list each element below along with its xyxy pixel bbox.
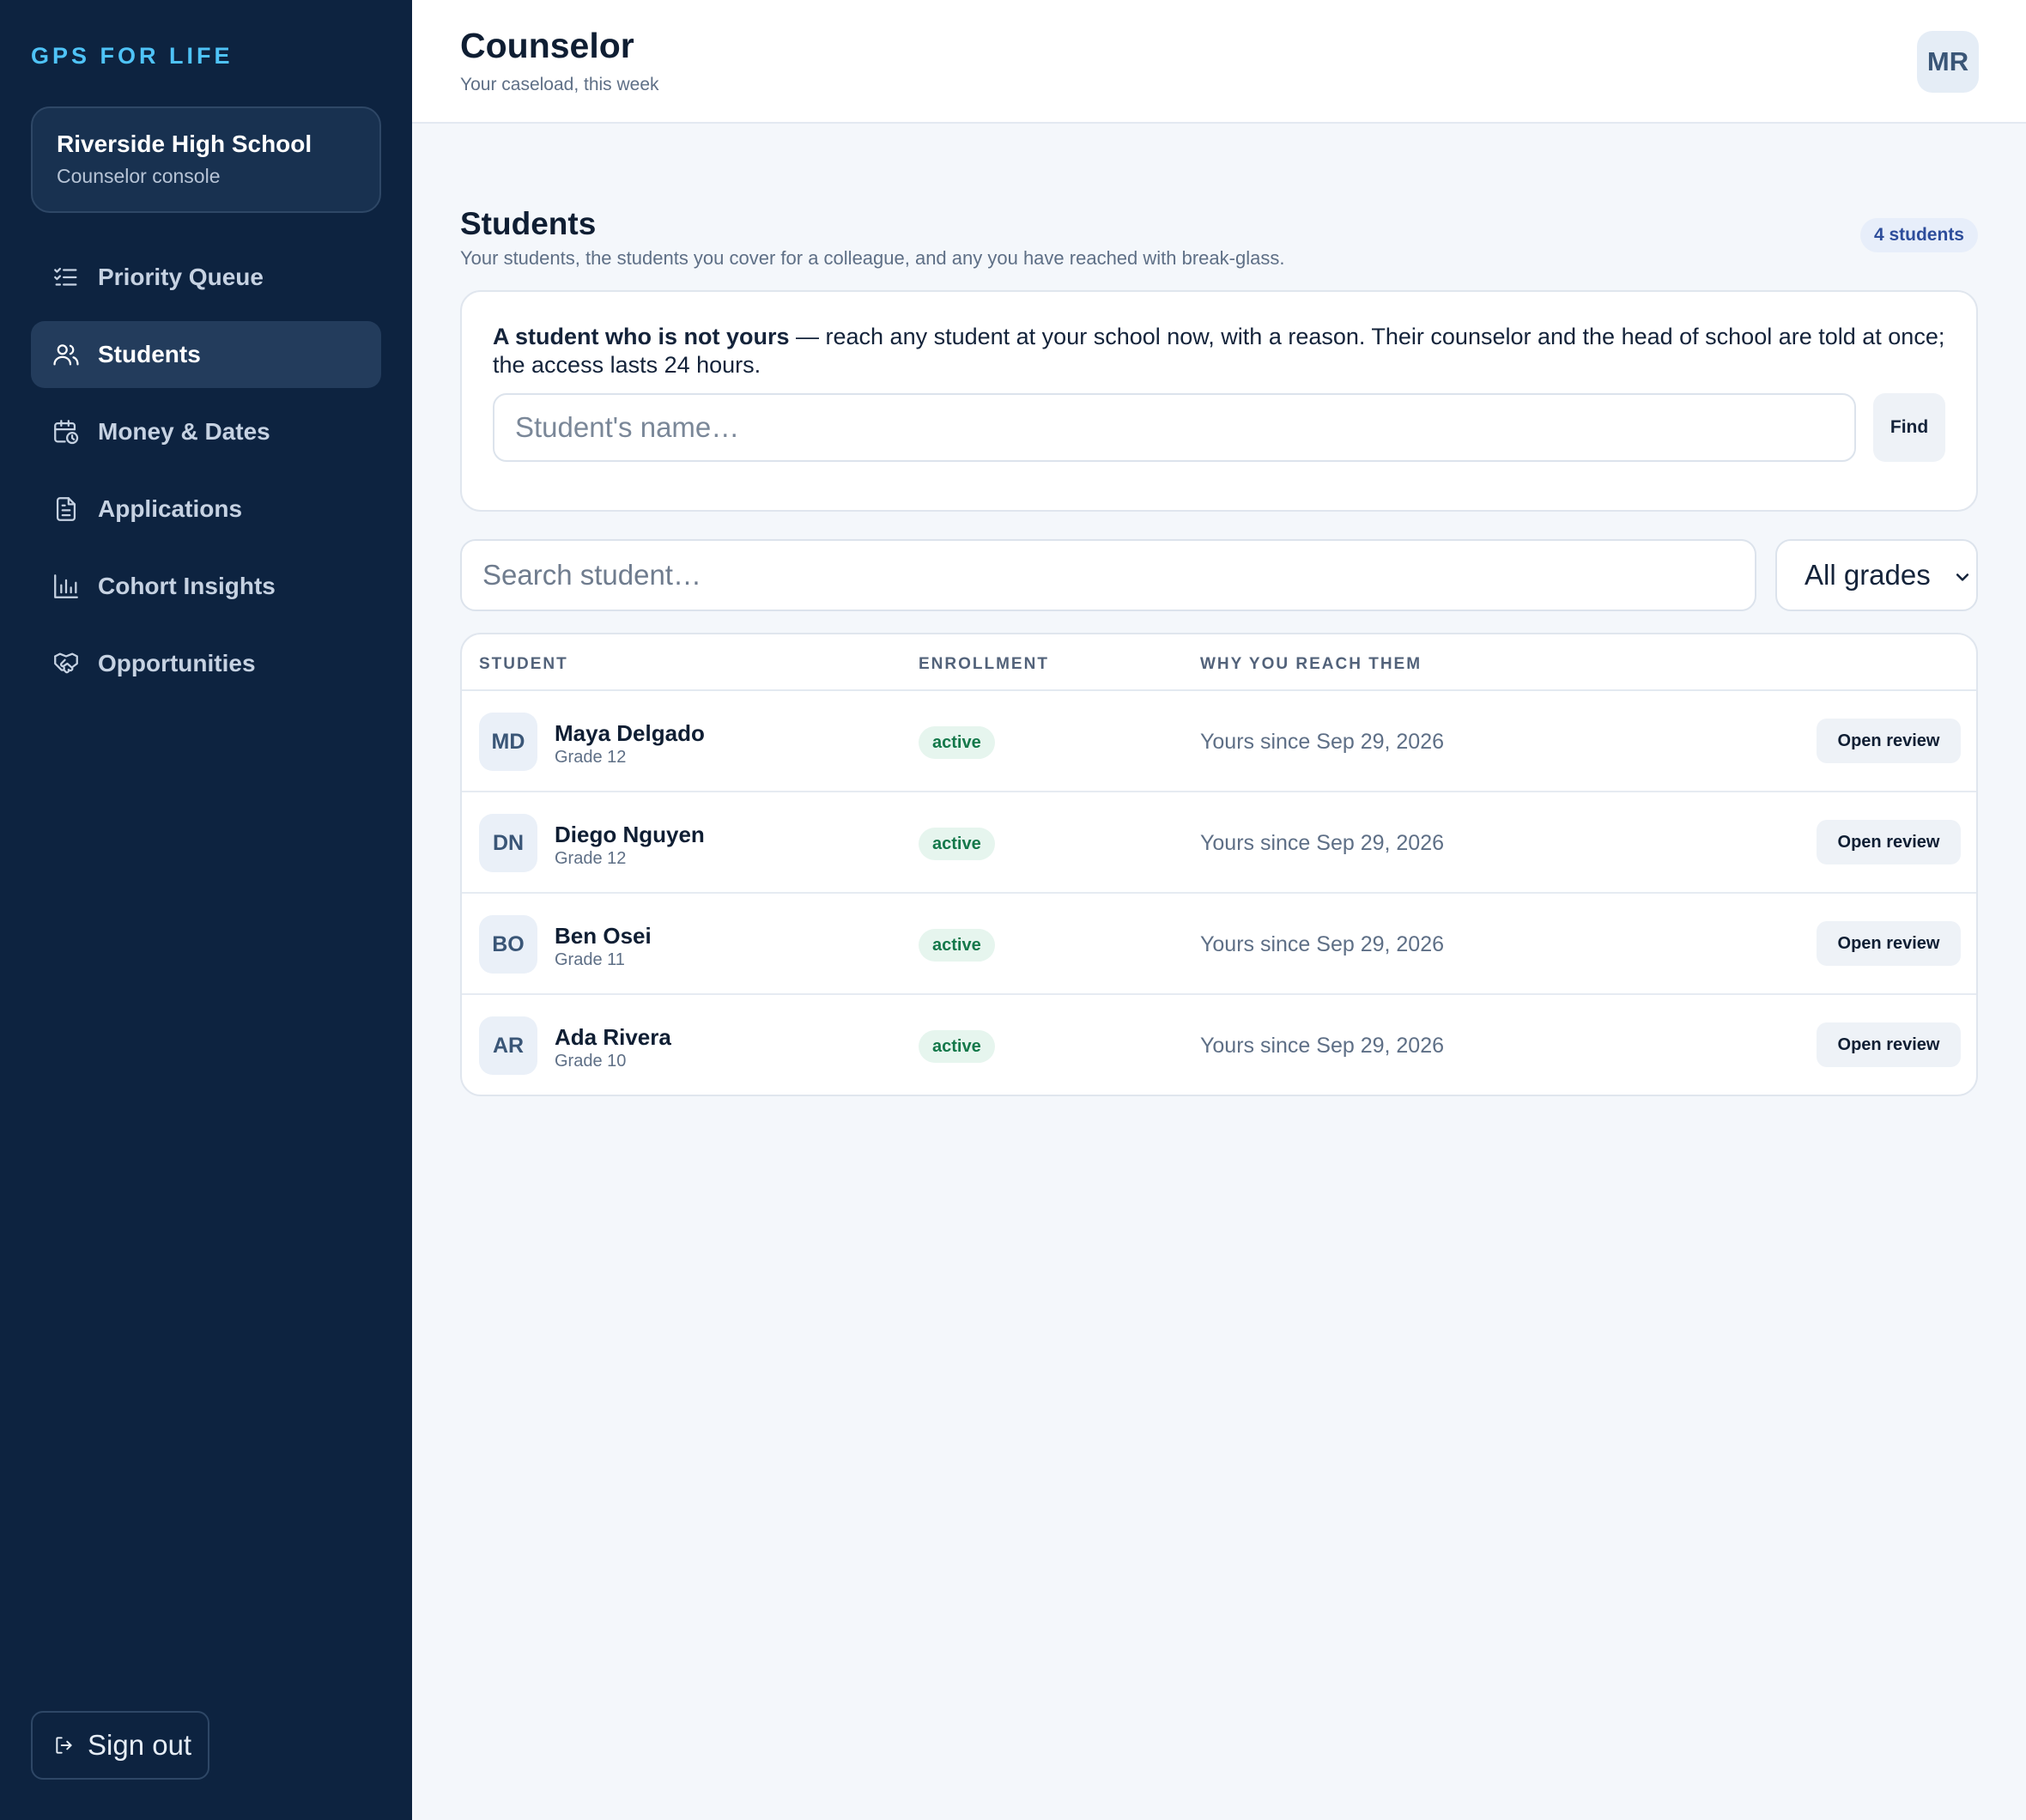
students-table: STUDENT ENROLLMENT WHY YOU REACH THEM MD… xyxy=(460,633,1978,1096)
section-title: Students xyxy=(460,206,597,241)
break-glass-card: A student who is not yours — reach any s… xyxy=(460,290,1978,512)
student-grade: Grade 12 xyxy=(555,748,627,767)
status-badge: active xyxy=(919,726,995,759)
sidebar-item-priority-queue[interactable]: Priority Queue xyxy=(31,244,381,311)
sidebar: GPS FOR LIFE Riverside High School Couns… xyxy=(0,0,412,1820)
reach-reason: Yours since Sep 29, 2026 xyxy=(1200,932,1445,956)
table-row: AR Ada Rivera Grade 10 active Yours sinc… xyxy=(462,995,1976,1095)
find-button[interactable]: Find xyxy=(1873,393,1945,462)
sidebar-item-opportunities[interactable]: Opportunities xyxy=(31,630,381,697)
sidebar-item-label: Applications xyxy=(98,495,243,522)
sidebar-item-money-dates[interactable]: Money & Dates xyxy=(31,398,381,465)
open-review-button[interactable]: Open review xyxy=(1817,719,1961,763)
sign-out-button[interactable]: Sign out xyxy=(31,1711,209,1780)
status-badge: active xyxy=(919,1030,995,1063)
break-glass-name-input[interactable] xyxy=(493,393,1857,462)
sidebar-item-label: Opportunities xyxy=(98,650,256,676)
users-icon xyxy=(52,340,81,369)
student-name[interactable]: Ada Rivera xyxy=(555,1024,671,1051)
student-avatar: AR xyxy=(479,1016,537,1075)
open-review-button[interactable]: Open review xyxy=(1817,1022,1961,1067)
column-header-reason[interactable]: WHY YOU REACH THEM xyxy=(1200,655,1422,674)
sidebar-item-label: Money & Dates xyxy=(98,418,270,445)
sidebar-item-label: Cohort Insights xyxy=(98,573,276,599)
break-glass-search-row: Find xyxy=(493,393,1945,462)
open-review-button[interactable]: Open review xyxy=(1817,820,1961,864)
reach-reason: Yours since Sep 29, 2026 xyxy=(1200,1034,1445,1058)
brand-logo[interactable]: GPS FOR LIFE xyxy=(31,43,234,70)
sign-out-label: Sign out xyxy=(88,1729,192,1761)
table-row: DN Diego Nguyen Grade 12 active Yours si… xyxy=(462,792,1976,894)
student-grade: Grade 11 xyxy=(555,950,625,969)
calendar-clock-icon xyxy=(52,417,81,446)
sidebar-item-cohort-insights[interactable]: Cohort Insights xyxy=(31,553,381,620)
sidebar-item-label: Students xyxy=(98,341,201,367)
filter-row: All grades xyxy=(460,539,1978,611)
student-grade: Grade 12 xyxy=(555,849,627,868)
student-avatar: MD xyxy=(479,713,537,771)
sidebar-item-students[interactable]: Students xyxy=(31,321,381,388)
page-title: Counselor xyxy=(460,26,634,65)
section-subtitle: Your students, the students you cover fo… xyxy=(460,247,1285,269)
handshake-icon xyxy=(52,649,81,678)
sidebar-item-label: Priority Queue xyxy=(98,264,264,290)
grade-filter-value: All grades xyxy=(1805,559,1931,591)
sidebar-nav: Priority Queue Students Money & Dates Ap… xyxy=(31,244,381,707)
top-bar: Counselor Your caseload, this week MR xyxy=(412,0,2026,124)
bar-chart-icon xyxy=(52,572,81,601)
sidebar-item-applications[interactable]: Applications xyxy=(31,476,381,543)
student-name[interactable]: Ben Osei xyxy=(555,923,652,949)
student-search-input[interactable] xyxy=(460,539,1756,611)
break-glass-lead: A student who is not yours xyxy=(493,324,790,349)
school-switcher[interactable]: Riverside High School Counselor console xyxy=(31,106,381,213)
chevron-down-icon xyxy=(1956,573,1969,581)
school-name: Riverside High School xyxy=(57,130,312,157)
document-icon xyxy=(52,494,81,524)
grade-filter-select[interactable]: All grades xyxy=(1775,539,1978,611)
student-avatar: BO xyxy=(479,915,537,974)
student-name[interactable]: Diego Nguyen xyxy=(555,822,705,848)
school-role: Counselor console xyxy=(57,165,221,187)
student-avatar: DN xyxy=(479,814,537,872)
page-subtitle: Your caseload, this week xyxy=(460,75,659,94)
status-badge: active xyxy=(919,929,995,962)
sign-out-icon xyxy=(56,1737,72,1754)
break-glass-text: A student who is not yours — reach any s… xyxy=(493,323,1945,379)
table-header: STUDENT ENROLLMENT WHY YOU REACH THEM xyxy=(462,634,1976,691)
column-header-enrollment[interactable]: ENROLLMENT xyxy=(919,655,1049,674)
checklist-icon xyxy=(52,263,81,292)
column-header-student[interactable]: STUDENT xyxy=(479,655,568,674)
reach-reason: Yours since Sep 29, 2026 xyxy=(1200,831,1445,855)
status-badge: active xyxy=(919,828,995,860)
student-name[interactable]: Maya Delgado xyxy=(555,720,705,747)
student-count-badge: 4 students xyxy=(1859,218,1978,252)
reach-reason: Yours since Sep 29, 2026 xyxy=(1200,730,1445,754)
student-grade: Grade 10 xyxy=(555,1052,627,1071)
table-row: MD Maya Delgado Grade 12 active Yours si… xyxy=(462,691,1976,792)
user-avatar[interactable]: MR xyxy=(1917,31,1979,93)
open-review-button[interactable]: Open review xyxy=(1817,921,1961,966)
table-row: BO Ben Osei Grade 11 active Yours since … xyxy=(462,894,1976,995)
